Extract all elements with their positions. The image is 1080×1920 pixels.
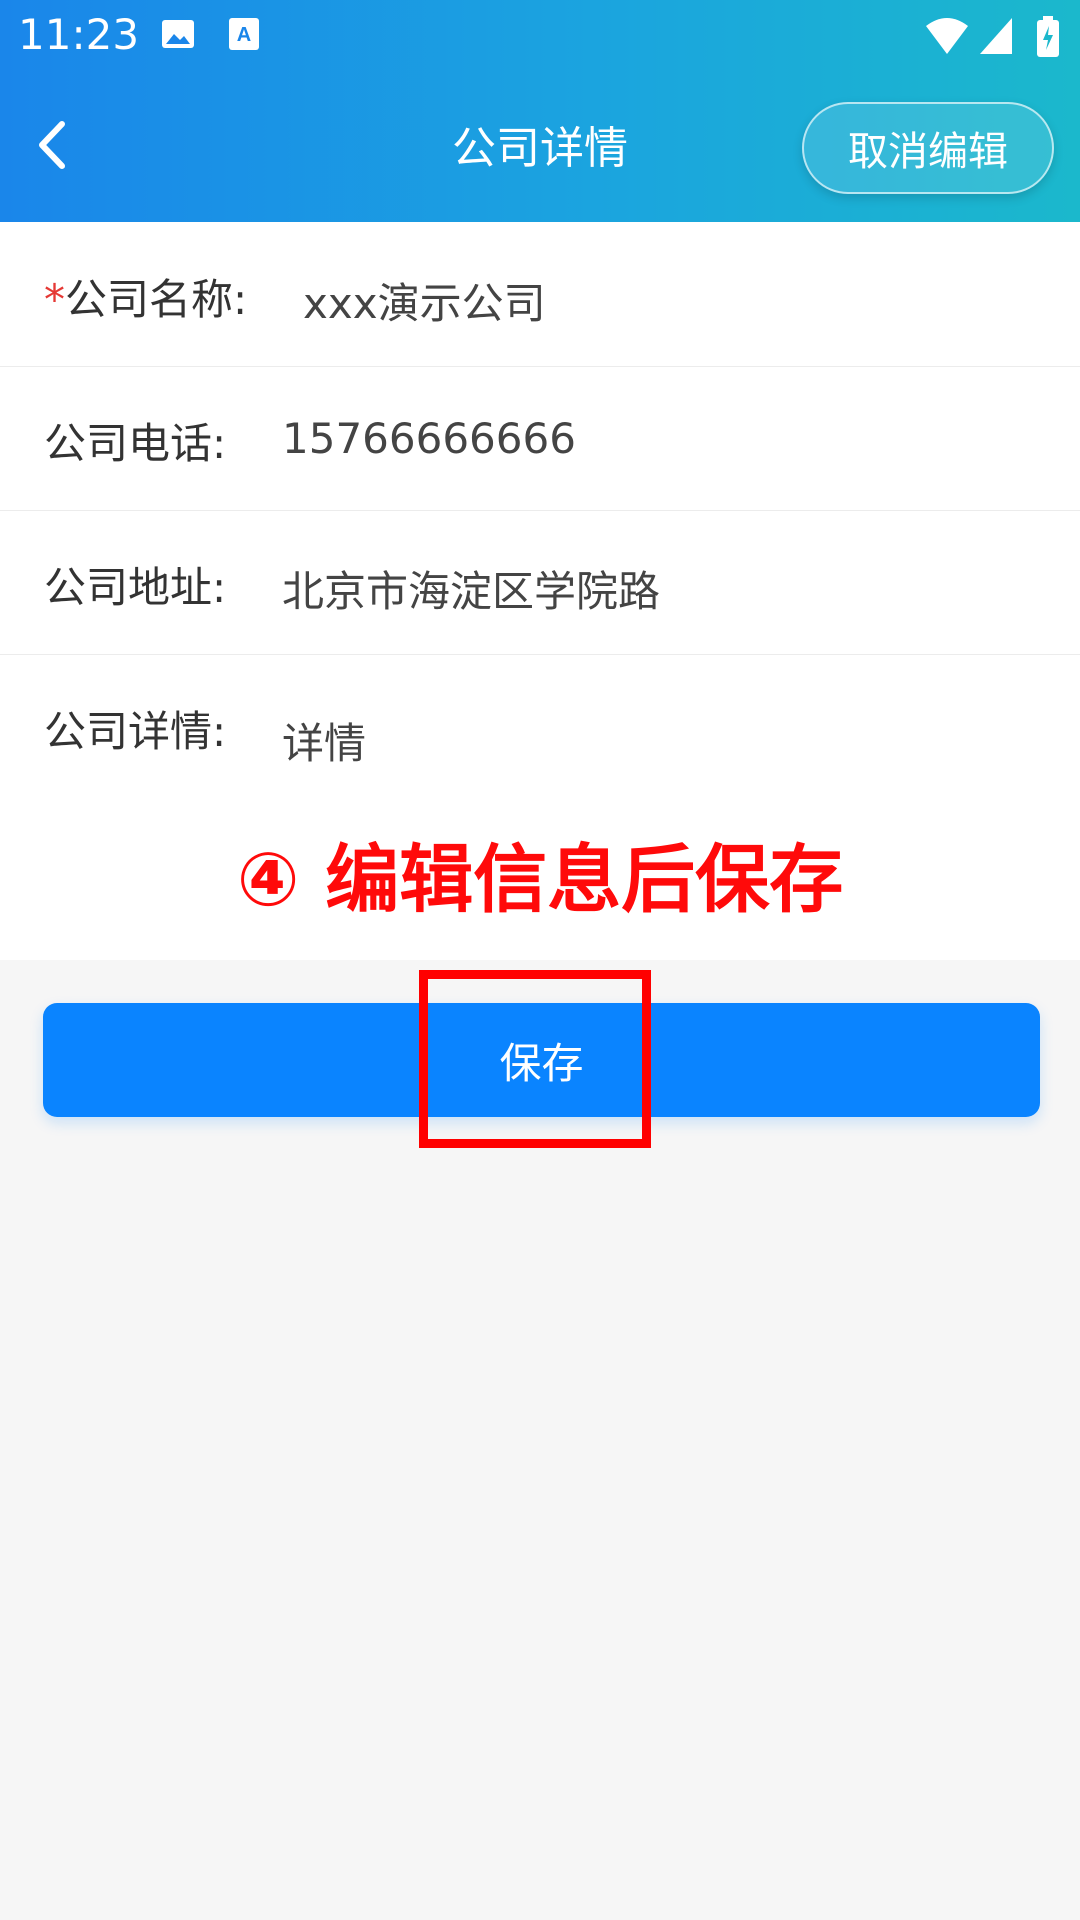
company-name-row: *公司名称: xxx演示公司 [0,222,1080,367]
wifi-icon [926,18,968,54]
highlight-box [419,970,651,1148]
annotation-text: ④ 编辑信息后保存 [236,837,844,923]
company-address-input[interactable]: 北京市海淀区学院路 [282,558,660,619]
svg-text:A: A [237,24,251,46]
company-name-label: *公司名称: [44,275,248,324]
status-time: 11:23 [18,10,140,59]
required-mark: * [44,275,65,324]
text-a-icon: A [229,18,259,50]
company-address-row: 公司地址: 北京市海淀区学院路 [0,510,1080,655]
signal-icon [980,18,1012,54]
company-phone-row: 公司电话: 15766666666 [0,366,1080,511]
image-icon [162,20,194,48]
company-phone-input[interactable]: 15766666666 [282,414,576,463]
status-bar: 11:23 A [0,0,1080,72]
company-phone-label: 公司电话: [44,419,227,468]
battery-charging-icon [1037,16,1059,57]
company-detail-input[interactable]: 详情 [282,710,366,771]
company-name-input[interactable]: xxx演示公司 [303,270,546,331]
app-header: 11:23 A 公司详情 取消编辑 [0,0,1080,222]
company-address-label: 公司地址: [44,563,227,612]
cancel-edit-button[interactable]: 取消编辑 [802,102,1054,194]
company-detail-row: 公司详情: 详情 [0,654,1080,798]
company-detail-label: 公司详情: [44,707,227,756]
